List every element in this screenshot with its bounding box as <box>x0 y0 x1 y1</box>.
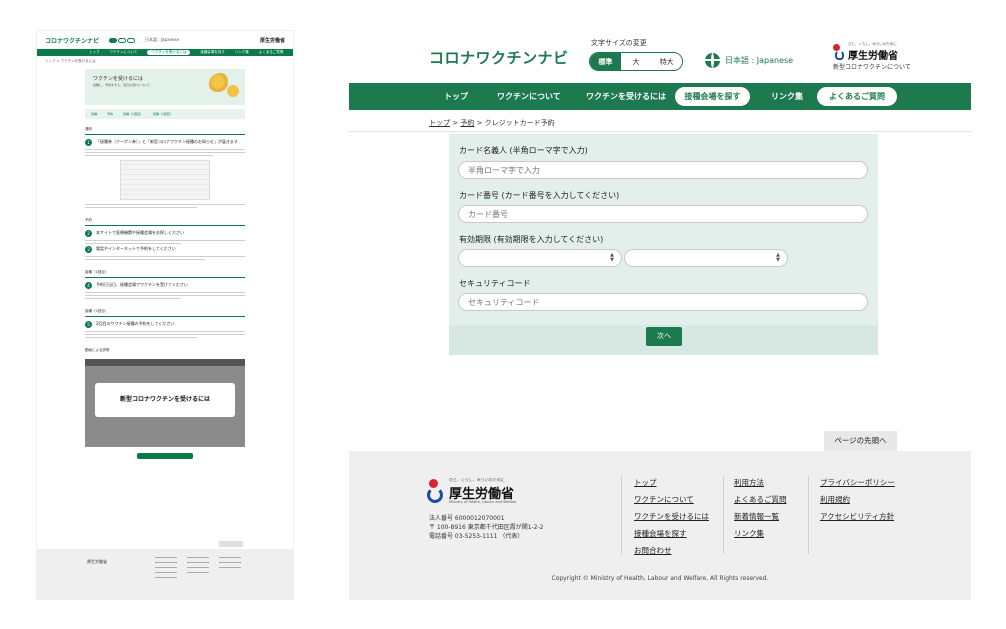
mhlw-mark-icon <box>427 479 443 503</box>
footer-column-main: トップ ワクチンについて ワクチンを受けるには 接種会場を探す お問合わせ <box>634 477 709 562</box>
nav-links[interactable]: リンク集 <box>771 83 803 110</box>
card-holder-input[interactable] <box>458 161 868 179</box>
font-size-label: 文字サイズの変更 <box>591 39 647 47</box>
thumbnail-hero: ワクチンを受けるには 接種し、予約をする、当日の流れについて <box>85 69 245 105</box>
mhlw-mark-icon <box>833 44 845 60</box>
thumbnail-section-reserve: 予約 2 本サイトで医療機関や接種会場をお探しください 3 電話やインターネットで予… <box>85 210 245 260</box>
breadcrumb: トップ > 予約 > クレジットカード予約 <box>429 118 555 128</box>
breadcrumb-reserve-link[interactable]: 予約 <box>460 119 474 127</box>
footer-address: 法人番号 6000012070001 〒 100-8916 東京都千代田区霞が関… <box>429 514 543 541</box>
card-number-input[interactable] <box>458 205 868 223</box>
thumbnail-header: コロナワクチンナビ 日本語 : Japanese 厚生労働省 <box>37 31 293 49</box>
footer-mhlw-logo[interactable]: ひと、くらし、みらいのために 厚生労働省 Ministry of Health,… <box>427 477 519 509</box>
select-arrows-icon: ▲ ▼ <box>776 252 780 263</box>
thumbnail-section-video: 動画による説明 <box>85 348 110 352</box>
footer-column-info: 利用方法 よくあるご質問 新着情報一覧 リンク集 <box>734 477 787 545</box>
nav-find-venue[interactable]: 接種会場を探す <box>675 87 750 106</box>
breadcrumb-separator: > <box>474 119 485 127</box>
thumbnail-coupon-image <box>120 160 210 200</box>
footer-link-privacy[interactable]: プライバシーポリシー <box>820 477 895 488</box>
footer-link-links[interactable]: リンク集 <box>734 528 787 539</box>
footer-link-usage[interactable]: 利用方法 <box>734 477 787 488</box>
coin-illustration-icon <box>227 85 239 97</box>
main-view: コロナワクチンナビ 文字サイズの変更 標準 大 特大 日本語 : Japanes… <box>349 30 971 600</box>
thumbnail-section-second: 接種（2回目） 5 2回目のワクチン接種の予約をしてください <box>85 301 245 338</box>
font-size-switcher: 標準 大 特大 <box>589 52 683 71</box>
thumbnail-language: 日本語 : Japanese <box>145 37 180 42</box>
logo-name: 厚生労働省 <box>848 51 898 62</box>
expiry-month-select[interactable]: ▲ ▼ <box>458 249 622 267</box>
security-code-input[interactable] <box>458 293 868 311</box>
breadcrumb-separator: > <box>450 119 461 127</box>
footer-link-how-to-get[interactable]: ワクチンを受けるには <box>634 511 709 522</box>
footer-link-faq[interactable]: よくあるご質問 <box>734 494 787 505</box>
breadcrumb-top-link[interactable]: トップ <box>429 119 450 127</box>
card-number-label: カード番号 (カード番号を入力してください) <box>459 191 620 200</box>
language-selector[interactable]: 日本語 : Japanese <box>705 53 793 68</box>
screenshot-root: コロナワクチンナビ 日本語 : Japanese 厚生労働省 トップ ワクチンにつ… <box>0 0 1006 629</box>
breadcrumb-current: クレジットカード予約 <box>484 119 555 127</box>
next-button[interactable]: 次へ <box>646 327 682 346</box>
footer-divider <box>621 476 622 554</box>
thumbnail-hero-subtitle: 接種し、予約をする、当日の流れについて <box>93 83 150 87</box>
nav-faq[interactable]: よくあるご質問 <box>817 87 897 106</box>
expiry-label: 有効期限 (有効期限を入力してください) <box>459 235 604 244</box>
site-header: コロナワクチンナビ 文字サイズの変更 標準 大 特大 日本語 : Japanes… <box>349 30 971 83</box>
thumbnail-site-title: コロナワクチンナビ <box>45 37 100 45</box>
page-thumbnail: コロナワクチンナビ 日本語 : Japanese 厚生労働省 トップ ワクチンにつ… <box>36 30 294 600</box>
language-label: 日本語 : Japanese <box>725 56 794 65</box>
logo-tagline: 新型コロナワクチンについて <box>833 64 911 71</box>
font-size-standard-button[interactable]: 標準 <box>590 53 621 70</box>
site-footer: ひと、くらし、みらいのために 厚生労働省 Ministry of Health,… <box>349 451 971 600</box>
copyright: Copyright © Ministry of Health, Labour a… <box>551 575 769 582</box>
nav-top[interactable]: トップ <box>444 83 468 110</box>
thumbnail-section-notice: 通知 1 「接種券（クーポン券）」と「新型コロナワクチン接種のお知らせ」が届きます <box>85 119 245 208</box>
footer-divider <box>723 476 724 554</box>
thumbnail-video-caption: 新型コロナワクチンを受けるには <box>95 383 235 417</box>
breadcrumb-divider <box>349 131 971 132</box>
footer-divider <box>808 476 809 554</box>
footer-logo-en: Ministry of Health, Labour and Welfare <box>449 500 517 504</box>
thumbnail-breadcrumb: トップ > ワクチンを受けるには <box>45 59 96 63</box>
thumbnail-video[interactable]: 新型コロナワクチンを受けるには <box>85 359 245 447</box>
security-code-label: セキュリティコード <box>459 279 531 288</box>
footer-link-about-vaccine[interactable]: ワクチンについて <box>634 494 709 505</box>
nav-about-vaccine[interactable]: ワクチンについて <box>497 83 561 110</box>
footer-link-accessibility[interactable]: アクセシビリティ方針 <box>820 511 895 522</box>
font-size-xlarge-button[interactable]: 特大 <box>651 53 682 70</box>
card-holder-label: カード名義人 (半角ローマ字で入力) <box>459 146 588 155</box>
thumbnail-footer-logo: 厚生労働省 <box>87 559 107 564</box>
global-nav: トップ ワクチンについて ワクチンを受けるには 接種会場を探す リンク集 よくあ… <box>349 83 971 110</box>
footer-link-news[interactable]: 新着情報一覧 <box>734 511 787 522</box>
thumbnail-logo: 厚生労働省 <box>259 37 285 44</box>
footer-link-top[interactable]: トップ <box>634 477 709 488</box>
thumbnail-footer: 厚生労働省 <box>37 541 293 599</box>
footer-link-find-venue[interactable]: 接種会場を探す <box>634 528 709 539</box>
font-size-large-button[interactable]: 大 <box>620 53 652 70</box>
corporate-number: 法人番号 6000012070001 <box>429 515 505 522</box>
expiry-year-select[interactable]: ▲ ▼ <box>624 249 788 267</box>
thumbnail-nav: トップ ワクチンについて ワクチンを受けるには 接種会場を探す リンク集 よくあるご質問 <box>37 49 293 56</box>
thumbnail-hero-title: ワクチンを受けるには <box>93 76 144 82</box>
footer-link-contact[interactable]: お問合わせ <box>634 545 709 556</box>
phone-number: 電話番号 03-5253-1111 （代表） <box>429 533 524 540</box>
footer-link-terms[interactable]: 利用規約 <box>820 494 895 505</box>
select-arrows-icon: ▲ ▼ <box>610 252 614 263</box>
thumbnail-size-buttons <box>109 37 136 43</box>
nav-how-to-get-vaccine[interactable]: ワクチンを受けるには <box>586 83 666 110</box>
footer-column-policy: プライバシーポリシー 利用規約 アクセシビリティ方針 <box>820 477 895 528</box>
site-title[interactable]: コロナワクチンナビ <box>429 47 569 68</box>
thumbnail-section-first: 接種（1回目） 4 予約日当日、接種会場でワクチンを受けてください <box>85 262 245 299</box>
postal-address: 〒 100-8916 東京都千代田区霞が関1-2-2 <box>429 524 544 531</box>
thumbnail-button <box>137 453 193 459</box>
page-top-button[interactable]: ページの先頭へ <box>824 431 897 451</box>
globe-icon <box>705 53 720 68</box>
thumbnail-tabs: 接種 予約 接種（1回目） 接種（2回目） <box>85 109 245 119</box>
credit-card-form: カード名義人 (半角ローマ字で入力) カード番号 (カード番号を入力してください… <box>449 134 878 355</box>
mhlw-logo[interactable]: ひと、くらし、みらいのために 厚生労働省 新型コロナワクチンについて <box>833 42 923 72</box>
